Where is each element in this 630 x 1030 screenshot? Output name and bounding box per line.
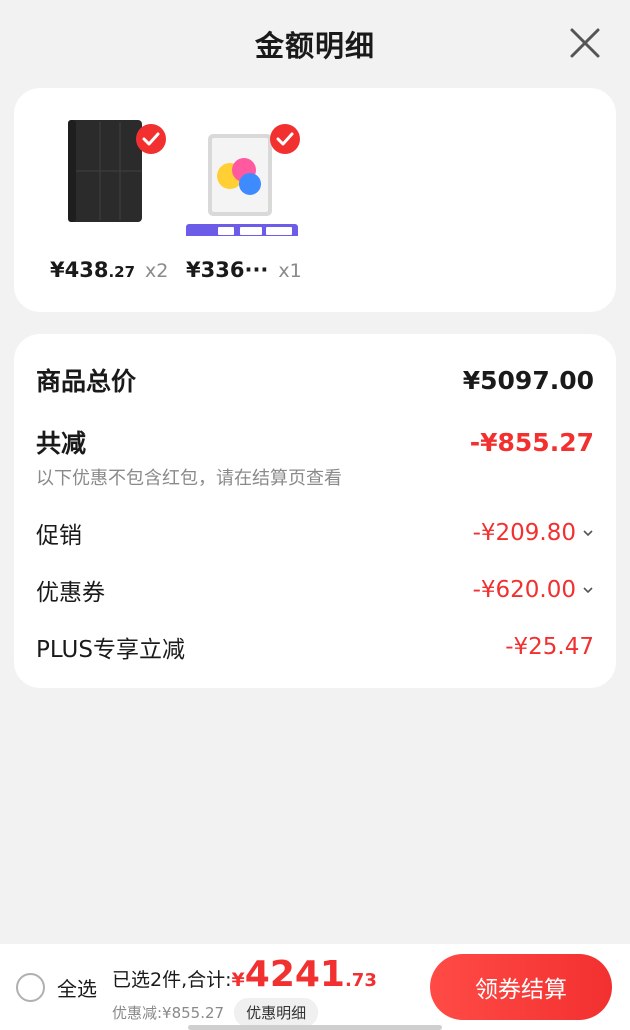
price-decimal: .27 <box>108 263 136 281</box>
selected-total: 已选2件,合计: ¥ 4241 .73 <box>112 954 377 995</box>
checked-badge-icon <box>136 124 166 154</box>
total-price-label: 商品总价 <box>36 367 137 396</box>
select-all-toggle[interactable]: 全选 <box>16 973 97 1002</box>
discount-summary-label: 优惠减:¥855.27 <box>112 1004 225 1022</box>
plus-discount-value: -¥25.47 <box>505 634 594 660</box>
header: 金额明细 <box>0 0 630 88</box>
plus-discount-row: PLUS专享立减 -¥25.47 <box>36 630 594 664</box>
total-price-value: ¥5097.00 <box>462 365 594 395</box>
product-image-tablet-case <box>50 116 190 236</box>
chevron-down-icon[interactable] <box>582 528 594 538</box>
close-icon[interactable] <box>568 26 602 60</box>
coupon-amount: -¥620.00 <box>473 577 594 603</box>
total-decimal: .73 <box>344 970 377 991</box>
page-title: 金额明细 <box>254 29 375 63</box>
coupon-row[interactable]: 优惠券 -¥620.00 <box>36 573 594 607</box>
discount-detail-button[interactable]: 优惠明细 <box>234 998 319 1027</box>
currency-symbol: ¥ <box>50 258 65 282</box>
checkout-button[interactable]: 领券结算 <box>430 954 612 1020</box>
promotion-amount: -¥209.80 <box>473 520 594 546</box>
promotion-value: -¥209.80 <box>472 520 576 546</box>
total-reduction-label: 共减 <box>36 429 87 458</box>
total-reduction-value: -¥855.27 <box>469 427 594 457</box>
discount-note: 以下优惠不包含红包，请在结算页查看 <box>36 468 342 489</box>
coupon-value: -¥620.00 <box>472 577 576 603</box>
product-price: ¥ 438 .27 x2 <box>50 258 168 282</box>
select-all-radio[interactable] <box>16 973 45 1002</box>
total-reduction-row: 共减 -¥855.27 <box>36 424 594 460</box>
chevron-down-icon[interactable] <box>582 585 594 595</box>
price-summary-card: 商品总价 ¥5097.00 共减 -¥855.27 以下优惠不包含红包，请在结算… <box>14 334 616 688</box>
select-all-label: 全选 <box>57 977 97 1001</box>
product-price: ¥ 336··· x1 <box>186 258 302 282</box>
discount-summary: 优惠减:¥855.27 优惠明细 <box>112 998 319 1027</box>
price-integer: 336··· <box>200 258 269 282</box>
price-integer: 438 <box>64 258 109 282</box>
selected-count-label: 已选2件,合计: <box>112 969 232 991</box>
total-integer: 4241 <box>244 954 345 995</box>
checkout-footer: 全选 已选2件,合计: ¥ 4241 .73 优惠减:¥855.27 优惠明细 … <box>0 944 630 1030</box>
promotion-row[interactable]: 促销 -¥209.80 <box>36 516 594 550</box>
total-price-row: 商品总价 ¥5097.00 <box>36 362 594 398</box>
promotion-label: 促销 <box>36 523 82 549</box>
product-image-ipad <box>184 116 324 238</box>
product-card: ¥ 438 .27 x2 ¥ 336··· x1 <box>14 88 616 312</box>
checked-badge-icon <box>270 124 300 154</box>
home-indicator <box>188 1025 442 1030</box>
total-currency: ¥ <box>231 969 245 991</box>
product-quantity: x2 <box>145 260 169 282</box>
plus-discount-label: PLUS专享立减 <box>36 637 185 663</box>
product-quantity: x1 <box>278 260 302 282</box>
coupon-label: 优惠券 <box>36 580 105 606</box>
currency-symbol: ¥ <box>186 258 201 282</box>
